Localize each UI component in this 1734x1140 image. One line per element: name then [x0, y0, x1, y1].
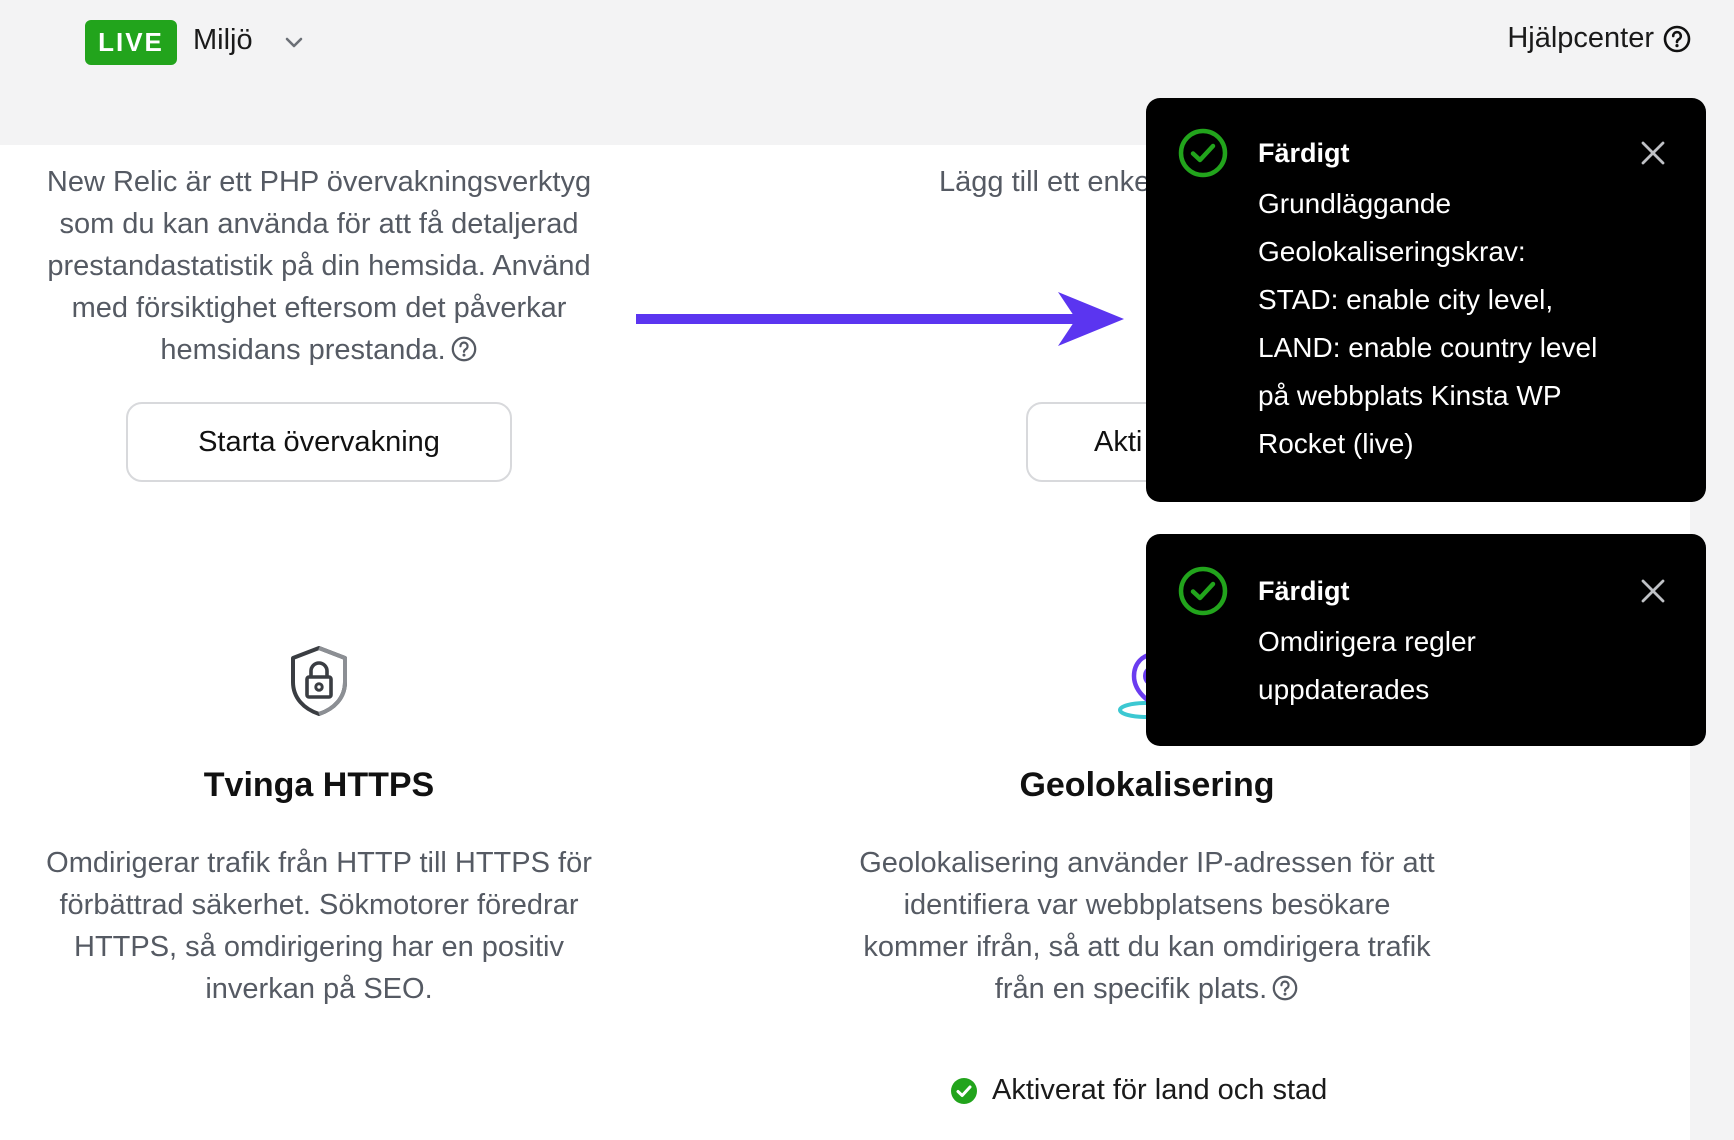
description-line-text: från en specifik plats.	[994, 973, 1268, 1005]
description-line: inverkan på SEO.	[205, 973, 433, 1005]
arrow-right-icon	[636, 292, 1124, 346]
description-line: förbättrad säkerhet. Sökmotorer föredrar	[59, 889, 579, 921]
toast-message-line: Grundläggande	[1258, 188, 1452, 219]
shield-lock-icon	[291, 646, 347, 716]
new-relic-description: New Relic är ett PHP övervakningsverktyg…	[28, 161, 610, 371]
toast-message: Grundläggande Geolokaliseringskrav: STAD…	[1258, 180, 1668, 468]
check-circle-icon	[1178, 128, 1228, 178]
question-circle-icon[interactable]	[450, 335, 478, 363]
description-line-text: hemsidans prestanda.	[160, 334, 446, 366]
geolocation-status: Aktiverat för land och stad	[950, 1074, 1327, 1107]
toast-message-line: LAND: enable country level	[1258, 332, 1598, 363]
question-circle-icon	[1663, 25, 1691, 52]
toast-notification: Färdigt Grundläggande Geolokaliseringskr…	[1146, 98, 1706, 502]
close-icon[interactable]	[1640, 140, 1666, 166]
description-line: Omdirigerar trafik från HTTP till HTTPS …	[46, 847, 592, 879]
description-line: som du kan använda för att få detaljerad	[59, 208, 579, 240]
description-line: New Relic är ett PHP övervakningsverktyg	[46, 166, 592, 198]
toast-message-line: Geolokaliseringskrav:	[1258, 236, 1526, 267]
check-circle-icon	[951, 1077, 977, 1104]
toast-notification: Färdigt Omdirigera regler uppdaterades	[1146, 534, 1706, 746]
close-icon[interactable]	[1640, 578, 1666, 604]
toast-title: Färdigt	[1258, 576, 1350, 606]
https-title: Tvinga HTTPS	[203, 766, 435, 804]
description-line: hemsidans prestanda.	[28, 329, 610, 371]
geolocation-status-text: Aktiverat för land och stad	[992, 1074, 1328, 1106]
help-center-label: Hjälpcenter	[1507, 22, 1654, 54]
description-line: med försiktighet eftersom det påverkar	[71, 292, 567, 324]
toast-title: Färdigt	[1258, 138, 1350, 168]
chevron-down-icon[interactable]	[282, 30, 306, 54]
toast-message-line: på webbplats Kinsta WP	[1258, 380, 1562, 411]
geolocation-description: Geolokalisering använder IP-adressen för…	[842, 842, 1452, 1010]
check-circle-icon	[1178, 566, 1228, 616]
geolocation-title: Geolokalisering	[1019, 766, 1275, 804]
description-line: prestandastatistik på din hemsida. Använ…	[47, 250, 591, 282]
description-line: från en specifik plats.	[842, 968, 1452, 1010]
toast-message-line: Rocket (live)	[1258, 428, 1414, 459]
toast-message-line: Omdirigera regler	[1258, 626, 1476, 657]
live-badge: LIVE	[85, 20, 177, 65]
help-center-link[interactable]: Hjälpcenter	[1507, 22, 1692, 55]
https-description: Omdirigerar trafik från HTTP till HTTPS …	[28, 842, 610, 1010]
start-monitoring-button[interactable]: Starta övervakning	[126, 402, 512, 482]
question-circle-icon[interactable]	[1271, 974, 1299, 1002]
description-line: kommer ifrån, så att du kan omdirigera t…	[863, 931, 1431, 963]
toast-message-line: uppdaterades	[1258, 674, 1430, 705]
environment-selector[interactable]: Miljö	[193, 24, 253, 57]
description-line: Geolokalisering använder IP-adressen för…	[859, 847, 1435, 879]
toast-message: Omdirigera regler uppdaterades	[1258, 618, 1668, 714]
description-line: HTTPS, så omdirigering har en positiv	[74, 931, 564, 963]
description-line: identifiera var webbplatsens besökare	[903, 889, 1391, 921]
toast-message-line: STAD: enable city level,	[1258, 284, 1554, 315]
